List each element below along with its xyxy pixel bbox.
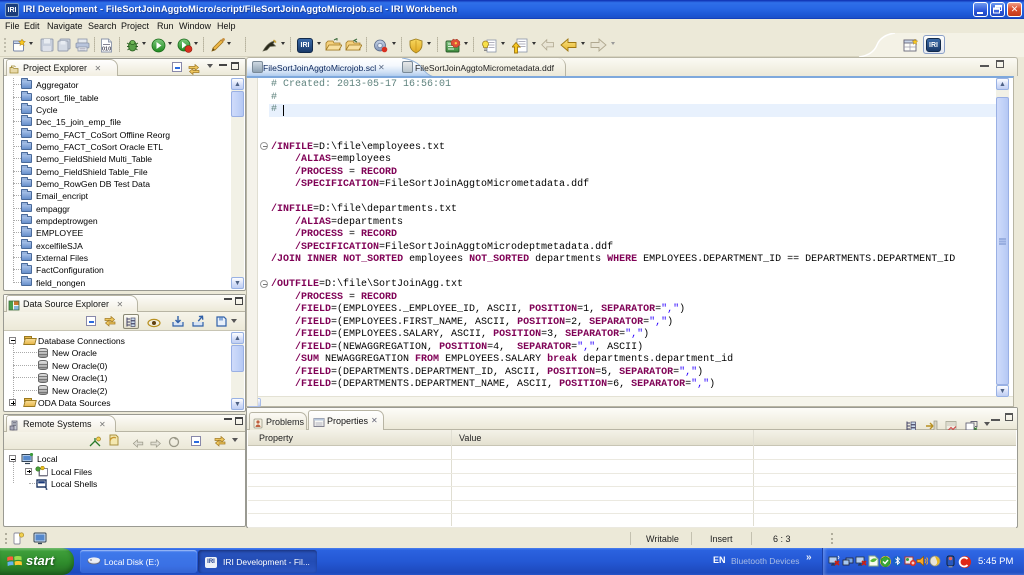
svg-text:010: 010 [102, 47, 111, 53]
